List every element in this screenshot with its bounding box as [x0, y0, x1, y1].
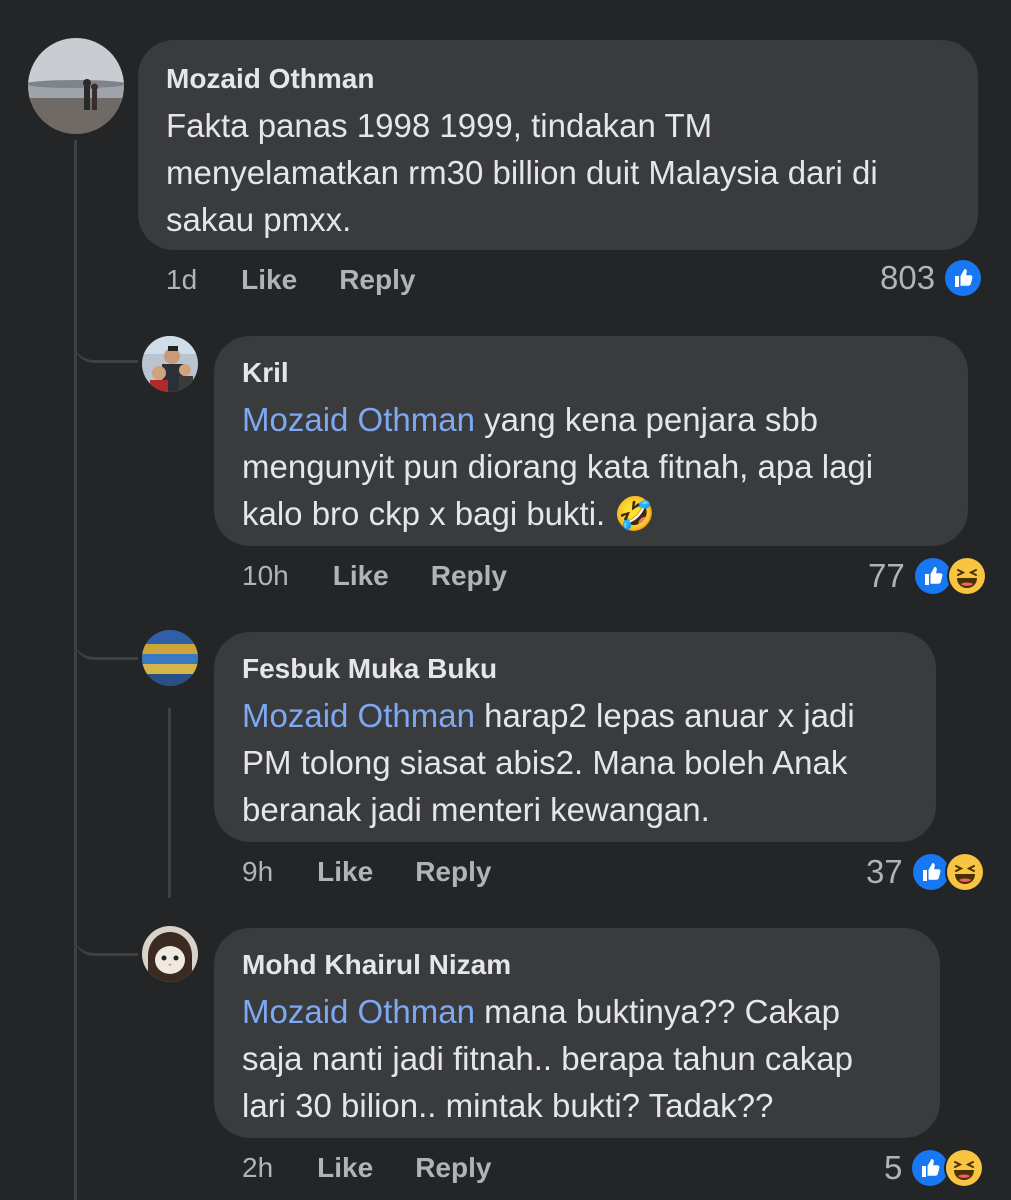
comment-time[interactable]: 2h: [242, 1152, 273, 1184]
comment-bubble: Mozaid Othman Fakta panas 1998 1999, tin…: [138, 40, 978, 250]
reaction-summary[interactable]: 77: [868, 556, 987, 596]
comment-line: PM tolong siasat abis2. Mana boleh Anak: [242, 744, 848, 781]
comment-line: Mozaid Othman harap2 lepas anuar x jadi: [242, 692, 908, 739]
comment-actions: 2h Like Reply: [242, 1152, 491, 1184]
comment-author[interactable]: Fesbuk Muka Buku: [242, 652, 908, 686]
avatar[interactable]: [142, 630, 198, 686]
comment-actions: 9h Like Reply: [242, 856, 491, 888]
avatar[interactable]: [142, 336, 198, 392]
comment-line: Mozaid Othman mana buktinya?? Cakap: [242, 988, 912, 1035]
mention-link[interactable]: Mozaid Othman: [242, 401, 475, 438]
reaction-count: 5: [884, 1149, 903, 1186]
comment-text: harap2 lepas anuar x jadi: [474, 697, 855, 734]
like-button[interactable]: Like: [333, 560, 389, 592]
avatar[interactable]: [28, 38, 124, 134]
haha-icon: [946, 556, 987, 596]
avatar-cat-photo: [142, 926, 198, 982]
comment-time[interactable]: 10h: [242, 560, 289, 592]
thread-line-sub: [168, 708, 171, 898]
comment-line: menyelamatkan rm30 billion duit Malaysia…: [166, 154, 878, 191]
reaction-count: 803: [880, 259, 936, 296]
reply-button[interactable]: Reply: [415, 856, 491, 888]
reply-button[interactable]: Reply: [415, 1152, 491, 1184]
comment-line: Mozaid Othman yang kena penjara sbb: [242, 396, 940, 443]
reaction-summary[interactable]: 37: [866, 852, 985, 892]
comment-line: Fakta panas 1998 1999, tindakan TM: [166, 107, 713, 144]
reaction-count: 37: [866, 853, 903, 890]
comment-line: mengunyit pun diorang kata fitnah, apa l…: [242, 448, 874, 485]
comment-line: beranak jadi menteri kewangan.: [242, 791, 710, 828]
comment-author[interactable]: Mohd Khairul Nizam: [242, 948, 912, 982]
haha-icon: [944, 852, 985, 892]
avatar-family-photo: [142, 336, 198, 392]
comment-line: sakau pmxx.: [166, 201, 352, 238]
like-icon: [943, 258, 984, 298]
comment-actions: 1d Like Reply: [166, 264, 415, 296]
comment-text: mana buktinya?? Cakap: [474, 993, 840, 1030]
reaction-summary[interactable]: 5: [884, 1148, 985, 1188]
reply-button[interactable]: Reply: [431, 560, 507, 592]
comment-line: kalo bro ckp x bagi bukti. 🤣: [242, 495, 656, 532]
comment-author[interactable]: Kril: [242, 356, 940, 390]
reply-connector: [74, 300, 138, 363]
thread-line-main: [74, 140, 77, 1200]
comment-author[interactable]: Mozaid Othman: [166, 62, 950, 96]
reply-button[interactable]: Reply: [339, 264, 415, 296]
comment-bubble: Fesbuk Muka Buku Mozaid Othman harap2 le…: [214, 632, 936, 842]
comment-line: lari 30 bilion.. mintak bukti? Tadak??: [242, 1087, 774, 1124]
comment-bubble: Mohd Khairul Nizam Mozaid Othman mana bu…: [214, 928, 940, 1138]
reaction-summary[interactable]: 803: [880, 258, 984, 298]
mention-link[interactable]: Mozaid Othman: [242, 697, 475, 734]
comment-line: saja nanti jadi fitnah.. berapa tahun ca…: [242, 1040, 853, 1077]
reply-connector: [74, 600, 138, 660]
like-button[interactable]: Like: [317, 856, 373, 888]
haha-icon: [944, 1148, 985, 1188]
reply-connector: [74, 895, 138, 956]
comment-text: yang kena penjara sbb: [474, 401, 819, 438]
avatar[interactable]: [142, 926, 198, 982]
reaction-count: 77: [868, 557, 905, 594]
mention-link[interactable]: Mozaid Othman: [242, 993, 475, 1030]
like-button[interactable]: Like: [241, 264, 297, 296]
avatar-beach-photo: [28, 38, 124, 134]
comment-time[interactable]: 9h: [242, 856, 273, 888]
like-button[interactable]: Like: [317, 1152, 373, 1184]
avatar-crowd-photo: [142, 630, 198, 686]
comment-actions: 10h Like Reply: [242, 560, 507, 592]
comment-time[interactable]: 1d: [166, 264, 197, 296]
comment-bubble: Kril Mozaid Othman yang kena penjara sbb…: [214, 336, 968, 546]
